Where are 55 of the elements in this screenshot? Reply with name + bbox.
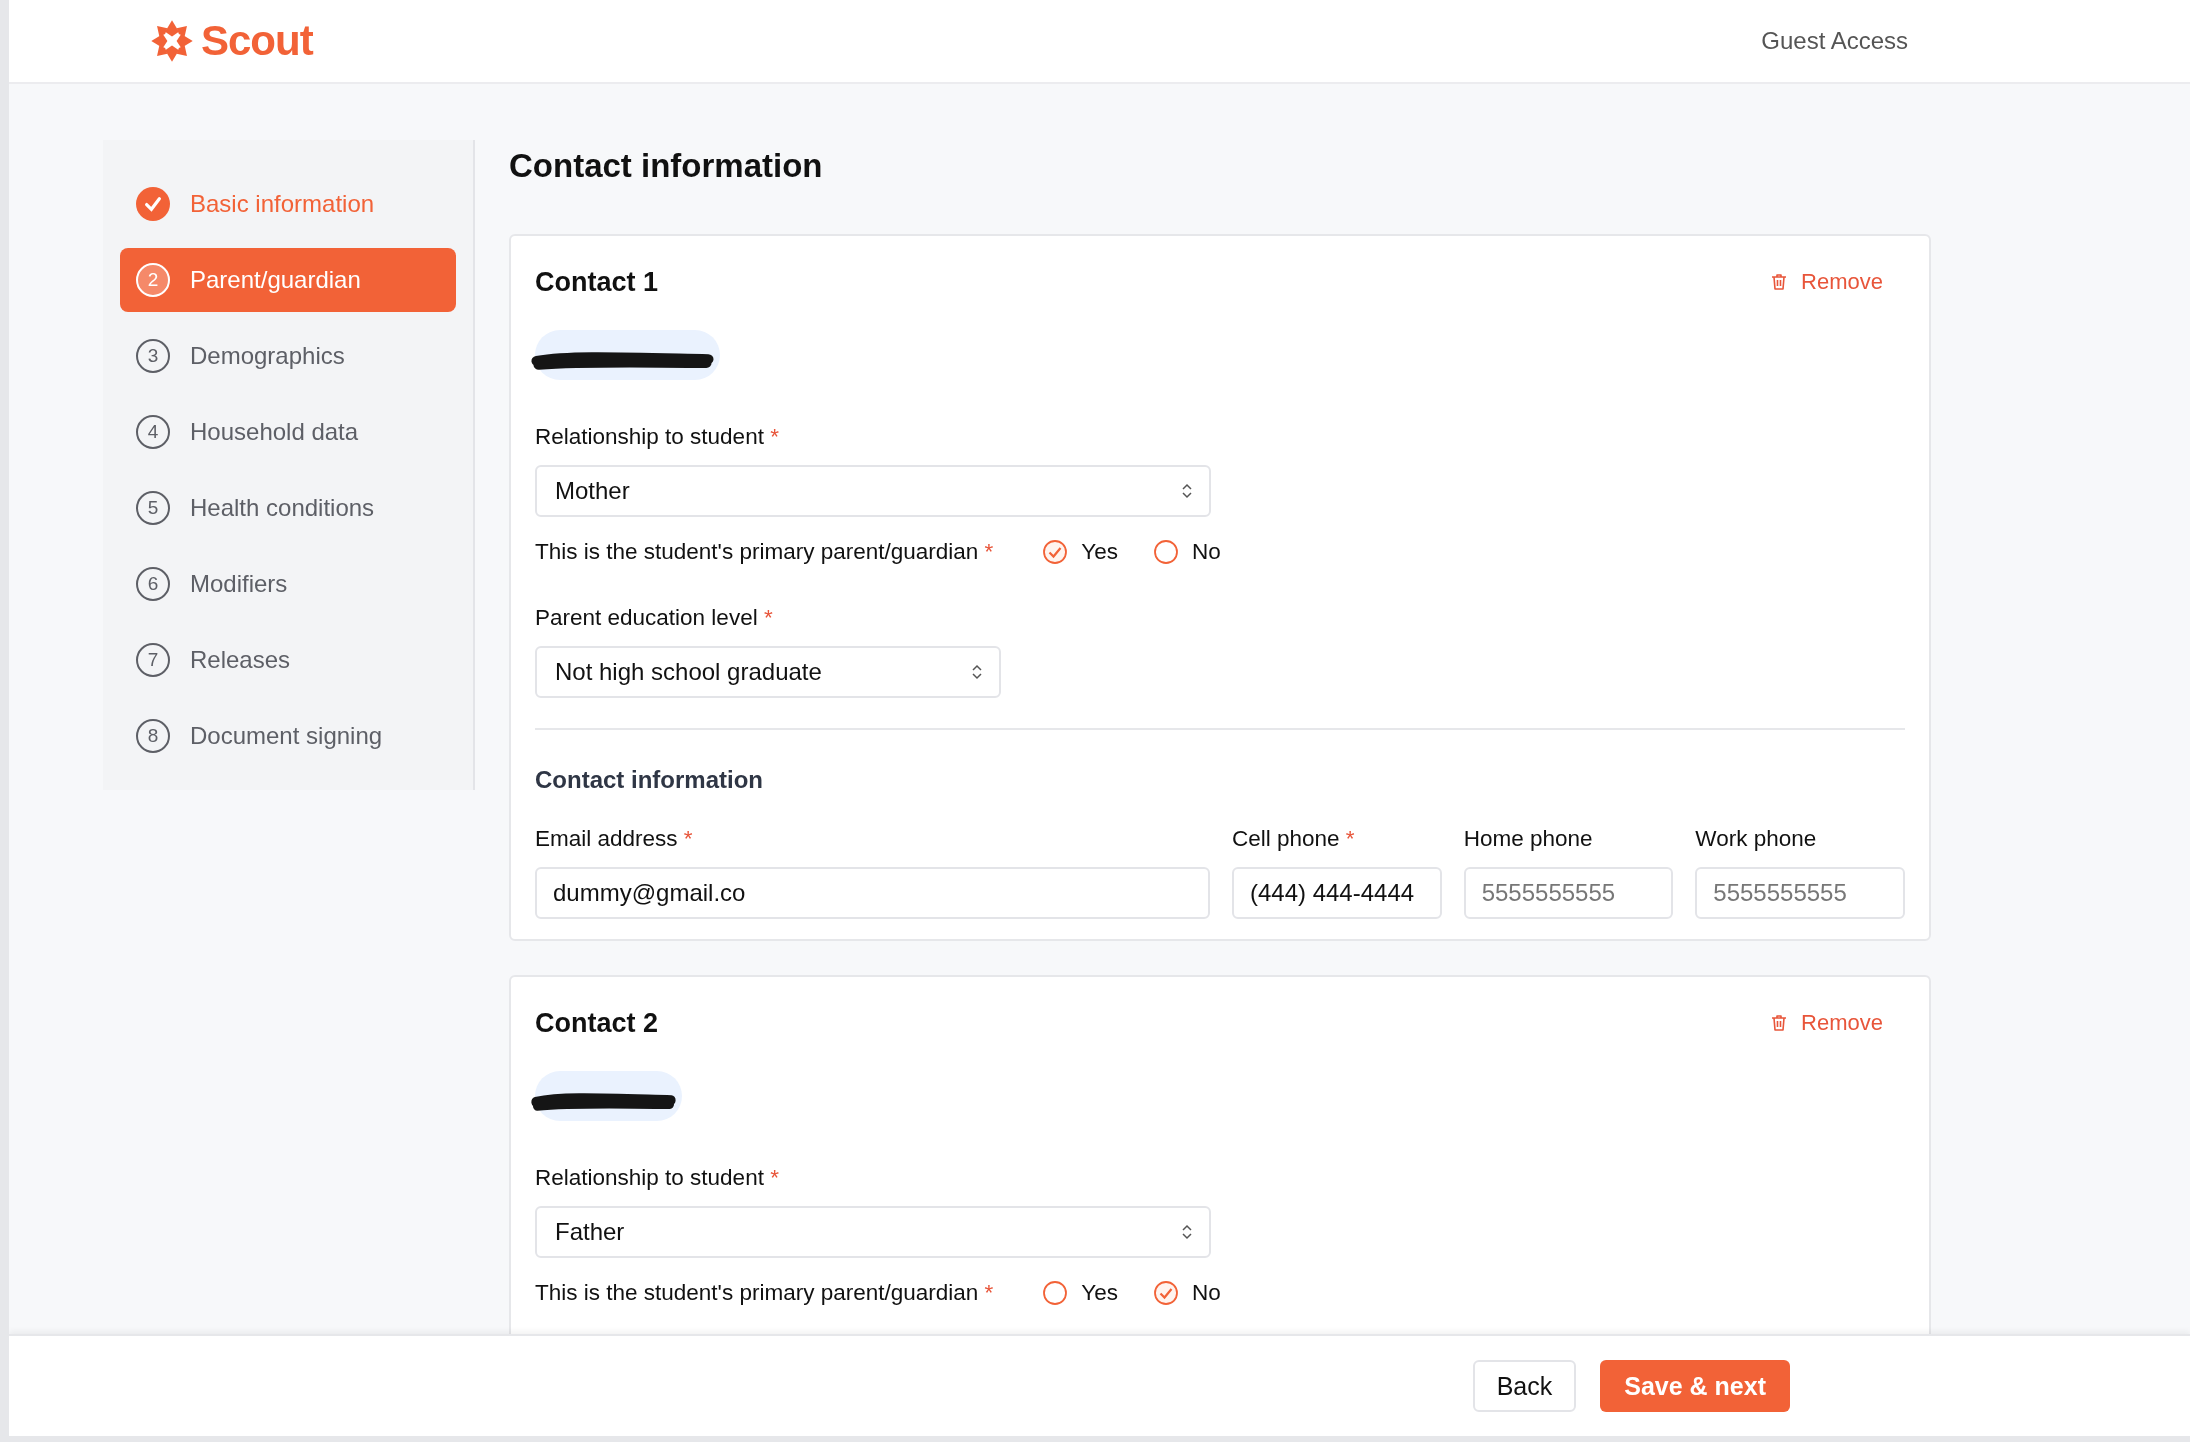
chevron-updown-icon xyxy=(1181,1222,1193,1242)
check-circle-icon xyxy=(136,187,170,221)
remove-button[interactable]: Remove xyxy=(1763,1009,1889,1037)
field-label: Work phone xyxy=(1695,826,1818,852)
guest-access-link[interactable]: Guest Access xyxy=(1761,27,1908,55)
section-heading: Contact information xyxy=(535,766,764,794)
step-label: Modifiers xyxy=(190,570,288,598)
radio-option[interactable]: No xyxy=(1154,1280,1221,1306)
page-title: Contact information xyxy=(509,146,824,186)
step-number: 3 xyxy=(136,339,170,373)
chevron-updown-icon xyxy=(971,662,983,682)
chevron-updown-icon xyxy=(1181,481,1193,501)
input-field[interactable]: (444) 444-4444 xyxy=(1231,867,1442,919)
radio-option[interactable]: Yes xyxy=(1043,539,1118,565)
field-label: Home phone xyxy=(1463,826,1594,852)
step-label: Household data xyxy=(190,418,359,446)
back-button[interactable]: Back xyxy=(1472,1360,1577,1412)
contact-title: Contact 1 xyxy=(535,266,659,298)
step-label: Document signing xyxy=(190,722,383,750)
logo-text: Scout xyxy=(201,17,313,65)
field-label: Email address * xyxy=(535,826,694,852)
step-item[interactable]: 5 Health conditions xyxy=(120,476,456,540)
input-field[interactable]: 5555555555 xyxy=(1463,867,1674,919)
step-item[interactable]: 3 Demographics xyxy=(120,324,456,388)
step-item[interactable]: 4 Household data xyxy=(120,400,456,464)
field-label: Parent education level * xyxy=(535,605,774,631)
step-item[interactable]: 8 Document signing xyxy=(120,704,456,768)
step-number: 6 xyxy=(136,567,170,601)
education-select[interactable]: Not high school graduate xyxy=(535,646,1001,698)
field-label: Relationship to student * xyxy=(535,424,780,450)
radio-option[interactable]: Yes xyxy=(1043,1280,1118,1306)
field-label: Cell phone * xyxy=(1231,826,1356,852)
step-item[interactable]: 7 Releases xyxy=(120,628,456,692)
step-label: Health conditions xyxy=(190,494,375,522)
step-number: 2 xyxy=(136,263,170,297)
step-number: 7 xyxy=(136,643,170,677)
step-label: Parent/guardian xyxy=(190,266,361,294)
relationship-select[interactable]: Mother xyxy=(535,465,1211,517)
remove-button[interactable]: Remove xyxy=(1763,268,1889,296)
step-number: 8 xyxy=(136,719,170,753)
field-label: This is the student's primary parent/guardian * xyxy=(535,1280,994,1306)
input-field[interactable]: dummy@gmail.co xyxy=(535,867,1210,919)
relationship-select[interactable]: Father xyxy=(535,1206,1211,1258)
step-number: 4 xyxy=(136,415,170,449)
logo-icon xyxy=(149,18,195,64)
contact-title: Contact 2 xyxy=(535,1007,659,1039)
field-label: This is the student's primary parent/guardian * xyxy=(535,539,994,565)
step-number: 5 xyxy=(136,491,170,525)
step-label: Releases xyxy=(190,646,291,674)
input-field[interactable]: 5555555555 xyxy=(1695,867,1905,919)
radio-option[interactable]: No xyxy=(1154,539,1221,565)
step-label: Demographics xyxy=(190,342,345,370)
step-item[interactable]: 6 Modifiers xyxy=(120,552,456,616)
step-label: Basic information xyxy=(190,190,375,218)
field-label: Relationship to student * xyxy=(535,1165,780,1191)
